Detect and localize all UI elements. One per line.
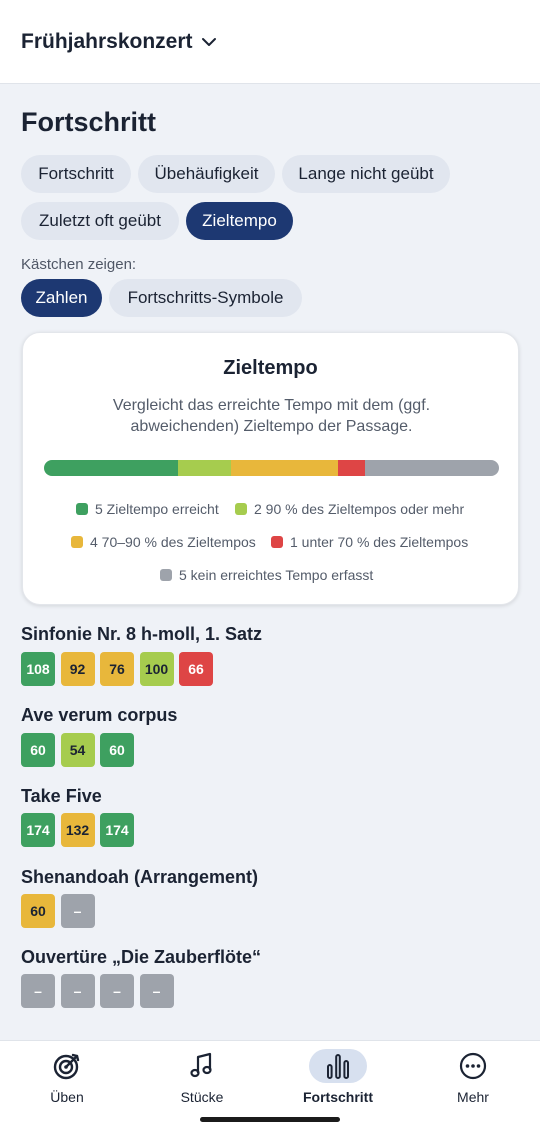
home-indicator xyxy=(200,1117,340,1122)
progress-box[interactable]: – xyxy=(21,974,55,1008)
progress-box[interactable]: 132 xyxy=(60,813,95,847)
progress-box[interactable]: – xyxy=(100,974,134,1008)
info-card-title: Zieltempo xyxy=(223,357,318,379)
nav-label: Üben xyxy=(50,1089,84,1105)
distribution-bar xyxy=(44,460,499,476)
top-app-bar: Frühjahrskonzert xyxy=(0,0,540,84)
chevron-down-icon[interactable] xyxy=(201,34,217,50)
nav-fortschritt[interactable]: Fortschritt xyxy=(288,1049,388,1119)
progress-box[interactable]: 60 xyxy=(21,894,55,928)
piece-title[interactable]: Ouvertüre „Die Zauberflöte“ xyxy=(21,947,261,968)
bar-chart-icon xyxy=(309,1049,367,1083)
distribution-segment-gray xyxy=(365,460,499,476)
info-card-description: Vergleicht das erreichte Tempo mit dem (… xyxy=(112,397,431,435)
legend-swatch xyxy=(235,503,247,515)
display-option-symbole[interactable]: Fortschritts-Symbole xyxy=(109,279,302,317)
progress-box[interactable]: 54 xyxy=(60,733,95,767)
legend-text: 5 Zieltempo erreicht xyxy=(95,501,219,517)
piece-title[interactable]: Take Five xyxy=(21,786,102,807)
chip-fortschritt[interactable]: Fortschritt xyxy=(21,155,131,193)
progress-box[interactable]: 76 xyxy=(100,652,134,686)
chip-uebehaeufigkeit[interactable]: Übehäufigkeit xyxy=(138,155,275,193)
chip-zuletzt-oft-geuebt[interactable]: Zuletzt oft geübt xyxy=(21,202,179,240)
piece-title[interactable]: Ave verum corpus xyxy=(21,705,177,726)
legend-swatch xyxy=(160,569,172,581)
legend-item: 5 kein erreichtes Tempo erfasst xyxy=(160,567,373,583)
page-title: Fortschritt xyxy=(21,107,156,137)
display-option-zahlen[interactable]: Zahlen xyxy=(21,279,102,317)
legend-item: 1 unter 70 % des Zieltempos xyxy=(271,534,468,550)
display-mode-label: Kästchen zeigen: xyxy=(21,256,137,273)
progress-box[interactable]: 100 xyxy=(139,652,174,686)
project-title[interactable]: Frühjahrskonzert xyxy=(21,30,193,54)
legend-text: 5 kein erreichtes Tempo erfasst xyxy=(179,567,374,583)
main-content: Fortschritt Fortschritt Übehäufigkeit La… xyxy=(0,85,540,1040)
progress-box[interactable]: – xyxy=(60,974,95,1008)
legend-swatch xyxy=(76,503,88,515)
legend-item: 5 Zieltempo erreicht xyxy=(76,501,219,517)
nav-mehr[interactable]: Mehr xyxy=(423,1049,523,1119)
piece-title[interactable]: Shenandoah (Arrangement) xyxy=(21,867,258,888)
progress-box[interactable]: 66 xyxy=(179,652,213,686)
legend-item: 2 90 % des Zieltempos oder mehr xyxy=(235,501,464,517)
progress-box[interactable]: 60 xyxy=(21,733,55,767)
music-note-icon xyxy=(173,1049,231,1083)
progress-box[interactable]: 174 xyxy=(100,813,134,847)
more-icon xyxy=(444,1049,502,1083)
legend-item: 4 70–90 % des Zieltempos xyxy=(71,534,256,550)
progress-box[interactable]: – xyxy=(139,974,174,1008)
progress-box[interactable]: 92 xyxy=(60,652,95,686)
legend-swatch xyxy=(71,536,83,548)
distribution-segment-yellow xyxy=(231,460,339,476)
legend-swatch xyxy=(271,536,283,548)
distribution-segment-red xyxy=(338,460,366,476)
nav-label: Fortschritt xyxy=(303,1089,373,1105)
distribution-segment-lightgreen xyxy=(177,460,232,476)
legend-text: 2 90 % des Zieltempos oder mehr xyxy=(254,501,465,517)
progress-box[interactable]: 60 xyxy=(100,733,134,767)
nav-ueben[interactable]: Üben xyxy=(17,1049,117,1119)
progress-box[interactable]: 174 xyxy=(21,813,55,847)
piece-title[interactable]: Sinfonie Nr. 8 h-moll, 1. Satz xyxy=(21,624,262,645)
chip-lange-nicht-geuebt[interactable]: Lange nicht geübt xyxy=(282,155,450,193)
nav-label: Stücke xyxy=(180,1089,224,1105)
distribution-segment-green xyxy=(44,460,178,476)
target-icon xyxy=(38,1049,96,1083)
nav-stuecke[interactable]: Stücke xyxy=(152,1049,252,1119)
legend-text: 1 unter 70 % des Zieltempos xyxy=(290,534,469,550)
nav-label: Mehr xyxy=(457,1089,489,1105)
progress-box[interactable]: – xyxy=(60,894,95,928)
legend-text: 4 70–90 % des Zieltempos xyxy=(90,534,256,550)
chip-zieltempo[interactable]: Zieltempo xyxy=(186,202,293,240)
progress-box[interactable]: 108 xyxy=(21,652,55,686)
info-card: Zieltempo Vergleicht das erreichte Tempo… xyxy=(22,332,519,605)
